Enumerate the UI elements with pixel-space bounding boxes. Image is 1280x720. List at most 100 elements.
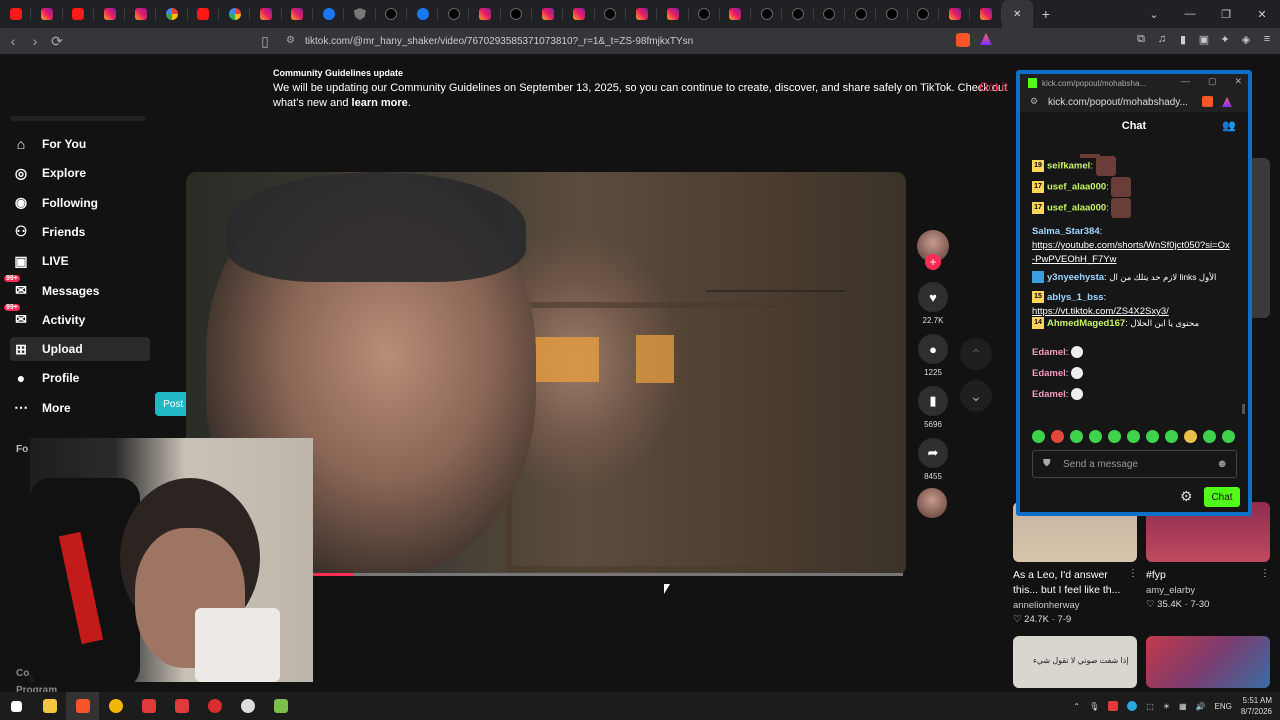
emote-icon[interactable] xyxy=(1184,430,1197,443)
sidebar-item-friends[interactable]: ⚇ Friends xyxy=(10,220,150,244)
browser-tab[interactable] xyxy=(156,0,189,28)
emote-icon[interactable] xyxy=(1032,430,1045,443)
heart-icon[interactable]: ♥ xyxy=(918,282,948,312)
sidebar-item-more[interactable]: ⋯ More xyxy=(10,396,150,420)
chat-send-button[interactable]: Chat xyxy=(1204,487,1240,507)
vpn-icon[interactable]: ◈ xyxy=(1239,32,1253,46)
got-it-button[interactable]: Got it xyxy=(979,80,1008,94)
bookmark-icon[interactable]: ▯ xyxy=(254,30,276,52)
chat-username[interactable]: AhmedMaged167 xyxy=(1047,318,1125,329)
chat-link[interactable]: https://youtube.com/shorts/WnSf0jct050?s… xyxy=(1032,239,1232,267)
browser-tab[interactable] xyxy=(219,0,251,28)
music-icon[interactable]: ♫ xyxy=(1155,32,1169,46)
browser-tab[interactable] xyxy=(595,0,627,28)
app-taskbar-button-1[interactable] xyxy=(99,692,132,720)
browser-tab[interactable] xyxy=(469,0,502,28)
maximize-icon[interactable]: ▢ xyxy=(1208,76,1217,87)
browser-tab[interactable] xyxy=(407,0,439,28)
chat-users-icon[interactable]: 👥 xyxy=(1222,119,1236,132)
emote-icon[interactable] xyxy=(1051,430,1064,443)
browser-tab[interactable] xyxy=(438,0,470,28)
network-icon[interactable]: ▦ xyxy=(1179,702,1187,711)
browser-tab[interactable] xyxy=(532,0,564,28)
sidebar-item-for-you[interactable]: ⌂ For You xyxy=(10,132,150,156)
save-action[interactable]: ▮ 5696 xyxy=(917,386,949,429)
site-info-icon[interactable]: ⚙ xyxy=(286,35,298,47)
browser-tab[interactable] xyxy=(63,0,95,28)
browser-tab[interactable] xyxy=(939,0,971,28)
start-button[interactable] xyxy=(0,692,33,720)
emote-icon[interactable] xyxy=(1108,430,1121,443)
video-title-2[interactable]: #fyp xyxy=(1146,568,1166,583)
tray-app-icon-1[interactable] xyxy=(1108,701,1119,711)
share-action[interactable]: ➦ 8455 xyxy=(917,438,949,481)
emote-icon[interactable] xyxy=(1146,430,1159,443)
sidebar-item-activity[interactable]: ✉ 99+ Activity xyxy=(4,303,150,332)
browser-tab[interactable] xyxy=(970,0,1002,28)
sidebar-item-profile[interactable]: ● Profile xyxy=(10,366,150,390)
next-video-button[interactable]: ⌄ xyxy=(960,380,992,412)
language-indicator[interactable]: ENG xyxy=(1215,702,1232,711)
url-field[interactable]: ⚙ tiktok.com/@mr_hany_shaker/video/76702… xyxy=(284,32,924,50)
volume-icon[interactable]: 🔊 xyxy=(1196,702,1206,711)
popup-shield-icon[interactable] xyxy=(1202,96,1213,107)
video-2-more-icon[interactable]: ⋮ xyxy=(1260,568,1270,579)
comment-icon[interactable]: ● xyxy=(918,334,948,364)
video-thumbnail-3[interactable]: إذا شفت صوتي لا تقول شيء xyxy=(1013,636,1137,688)
search-bar-edge[interactable] xyxy=(10,116,146,121)
tray-app-icon-2[interactable]: ⬚ xyxy=(1146,702,1154,711)
browser-tab[interactable] xyxy=(908,0,940,28)
chat-username[interactable]: usef_alaa000 xyxy=(1047,182,1106,193)
video-user-1[interactable]: annelionherway xyxy=(1013,600,1080,611)
browser-tab[interactable] xyxy=(250,0,282,28)
like-action[interactable]: ♥ 22.7K xyxy=(917,282,949,325)
emoji-icon[interactable]: ☻ xyxy=(1216,458,1228,470)
restore-window-icon[interactable]: ❐ xyxy=(1208,0,1244,28)
comment-action[interactable]: ● 1225 xyxy=(917,334,949,377)
chat-username[interactable]: Edamel xyxy=(1032,347,1066,358)
browser-tab[interactable] xyxy=(845,0,877,28)
follow-plus-button[interactable]: + xyxy=(925,254,941,270)
sound-disc-icon[interactable] xyxy=(917,488,947,518)
browser-tab[interactable] xyxy=(282,0,314,28)
app-taskbar-button-2[interactable] xyxy=(132,692,165,720)
browser-tab[interactable] xyxy=(188,0,220,28)
brave-taskbar-button[interactable] xyxy=(66,692,99,720)
video-user-2[interactable]: amy_elarby xyxy=(1146,585,1195,596)
learn-more-link[interactable]: learn more xyxy=(352,97,408,109)
popup-site-info-icon[interactable]: ⚙ xyxy=(1030,96,1038,107)
share-icon[interactable]: ➦ xyxy=(918,438,948,468)
clock[interactable]: 5:51 AM 8/7/2026 xyxy=(1241,695,1272,717)
chat-scrollbar[interactable] xyxy=(1242,404,1245,414)
close-icon[interactable]: ✕ xyxy=(1234,76,1242,87)
bookmark-save-icon[interactable]: ▮ xyxy=(918,386,948,416)
file-explorer-button[interactable] xyxy=(33,692,66,720)
sidebar-item-following[interactable]: ◉ Following xyxy=(10,191,150,215)
browser-tab[interactable] xyxy=(376,0,408,28)
browser-tab[interactable] xyxy=(876,0,908,28)
chat-username[interactable]: y3nyeehysta xyxy=(1047,272,1104,283)
company-link[interactable]: Co xyxy=(16,668,29,679)
chat-username[interactable]: usef_alaa000 xyxy=(1047,203,1106,214)
previous-video-button[interactable]: ⌃ xyxy=(960,338,992,370)
sidebar-item-live[interactable]: ▣ LIVE xyxy=(10,249,150,273)
app-taskbar-button-4[interactable] xyxy=(198,692,231,720)
browser-tab[interactable] xyxy=(720,0,752,28)
browser-tab[interactable] xyxy=(689,0,721,28)
forward-icon[interactable]: › xyxy=(24,30,46,52)
browser-tab[interactable] xyxy=(94,0,126,28)
browser-tab[interactable] xyxy=(344,0,376,28)
sidebar-icon[interactable]: ▮ xyxy=(1176,32,1190,46)
wallet-icon[interactable]: ▣ xyxy=(1197,32,1211,46)
browser-tab[interactable] xyxy=(657,0,689,28)
close-window-icon[interactable]: ✕ xyxy=(1244,0,1280,28)
browser-tab[interactable] xyxy=(563,0,595,28)
emote-icon[interactable] xyxy=(1203,430,1216,443)
chat-input[interactable]: ⛊ Send a message ☻ xyxy=(1032,450,1237,478)
chat-username[interactable]: Salma_Star384 xyxy=(1032,226,1100,237)
tray-chevron-icon[interactable]: ⌃ xyxy=(1073,702,1080,711)
reload-icon[interactable]: ⟳ xyxy=(46,30,68,52)
browser-tab[interactable] xyxy=(501,0,533,28)
emote-icon[interactable] xyxy=(1070,430,1083,443)
browser-tab[interactable] xyxy=(0,0,32,28)
